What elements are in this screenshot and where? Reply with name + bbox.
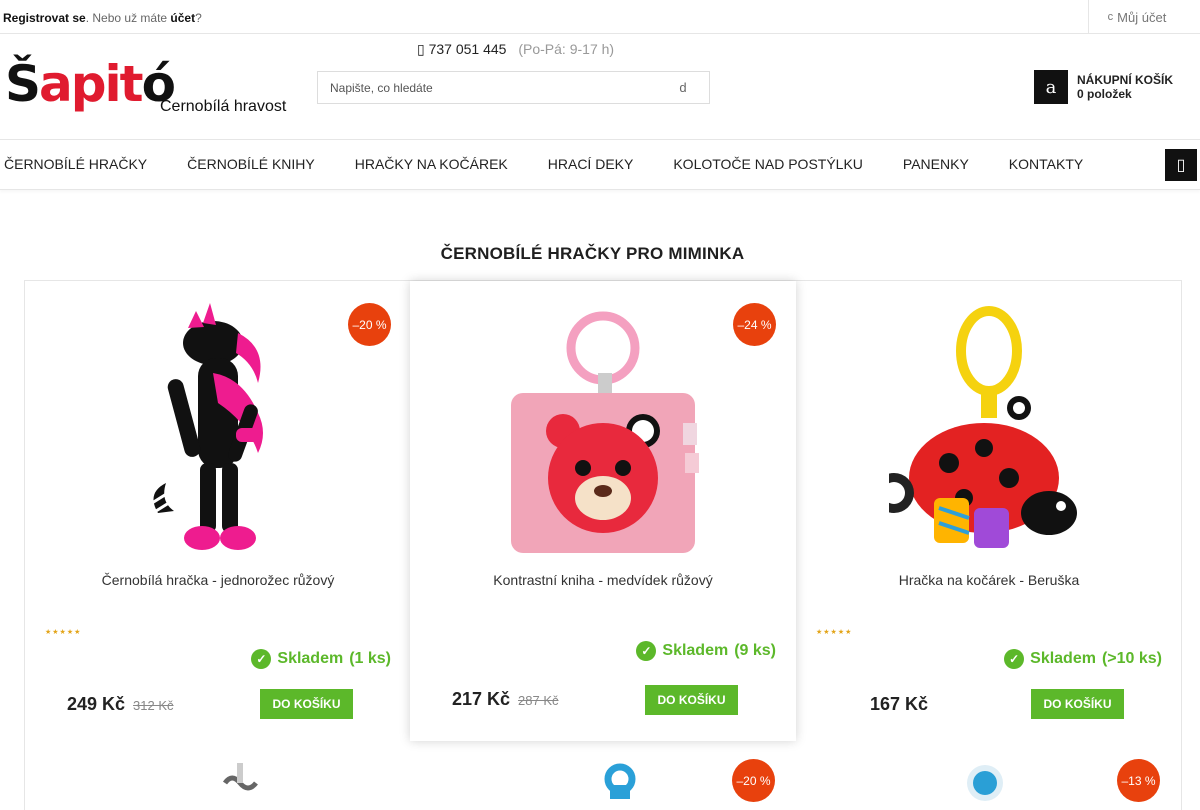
nav-item-hracky-na-kocarek[interactable]: HRAČKY NA KOČÁREK	[355, 156, 508, 172]
menu-icon: ▯	[1176, 157, 1186, 174]
discount-badge: –20 %	[732, 759, 775, 802]
question-mark: ?	[195, 11, 202, 25]
current-price: 249 Kč	[67, 694, 126, 714]
price: 249 Kč 312 Kč	[67, 694, 174, 715]
discount-badge: –13 %	[1117, 759, 1160, 802]
logo-wordmark: Šapitó	[5, 55, 176, 113]
search-button[interactable]: d	[657, 72, 709, 103]
stock-status: ✓ Skladem (>10 ks)	[1004, 649, 1162, 669]
star-rating: ★★★★★	[816, 629, 853, 636]
current-price: 217 Kč	[452, 689, 511, 709]
product-card[interactable]: –24 % Kontrastní kniha - medvídek růžový	[410, 281, 796, 741]
search-input[interactable]	[318, 72, 657, 103]
nav-item-kolotoce[interactable]: KOLOTOČE NAD POSTÝLKU	[673, 156, 863, 172]
section-title: ČERNOBÍLÉ HRAČKY PRO MIMINKA	[440, 244, 745, 263]
add-to-cart-button[interactable]: DO KOŠÍKU	[645, 685, 738, 715]
nav-item-kontakty[interactable]: KONTAKTY	[1009, 156, 1083, 172]
product-card[interactable]: Hračka na kočárek - Beruška ★★★★★ ✓ Skla…	[796, 281, 1182, 741]
price: 167 Kč	[870, 694, 928, 715]
cart-count: 0 položek	[1077, 87, 1132, 101]
stock-qty: (1 ks)	[349, 650, 391, 667]
star-rating: ★★★★★	[45, 629, 82, 636]
check-icon: ✓	[251, 649, 272, 669]
stock-label: Skladem	[277, 650, 344, 667]
search-icon: d	[679, 80, 687, 95]
check-icon: ✓	[1004, 649, 1025, 669]
my-account-button[interactable]: c Můj účet	[1088, 0, 1185, 34]
product-card[interactable]: –20 % Černobílá hračka - jednorožec růžo…	[25, 281, 411, 741]
site-header: ▯ 737 051 445 (Po-Pá: 9-17 h) Šapitó Čer…	[0, 34, 1200, 140]
product-image-unicorn[interactable]	[118, 303, 318, 555]
product-image-blue-clip[interactable]	[600, 761, 640, 801]
nav-item-cernobile-hracky[interactable]: ČERNOBÍLÉ HRAČKY	[4, 156, 147, 172]
stock-qty: (>10 ks)	[1101, 650, 1162, 667]
nav-item-cernobile-knihy[interactable]: ČERNOBÍLÉ KNIHY	[187, 156, 315, 172]
phone-icon: ▯	[417, 41, 425, 57]
login-link[interactable]: účet	[170, 11, 195, 25]
nav-item-panenky[interactable]: PANENKY	[903, 156, 969, 172]
price: 217 Kč 287 Kč	[452, 689, 559, 710]
product-image-baby-mix[interactable]	[965, 763, 1005, 803]
phone-contact: ▯ 737 051 445 (Po-Pá: 9-17 h)	[417, 41, 614, 58]
product-grid: –20 % Černobílá hračka - jednorožec růžo…	[24, 280, 1182, 810]
add-to-cart-button[interactable]: DO KOŠÍKU	[1031, 689, 1124, 719]
phone-number[interactable]: 737 051 445	[429, 41, 507, 57]
user-icon: c	[1107, 11, 1114, 23]
main-nav: ČERNOBÍLÉ HRAČKY ČERNOBÍLÉ KNIHY HRAČKY …	[0, 140, 1200, 190]
check-icon: ✓	[636, 641, 657, 661]
stock-label: Skladem	[1030, 650, 1096, 667]
menu-button[interactable]: ▯	[1165, 149, 1197, 181]
stock-qty: (9 ks)	[734, 642, 776, 659]
product-image-ladybug[interactable]	[889, 303, 1089, 555]
my-account-label: Můj účet	[1117, 9, 1167, 25]
cart-text: NÁKUPNÍ KOŠÍK 0 položek	[1077, 73, 1173, 101]
cart-widget[interactable]: a NÁKUPNÍ KOŠÍK 0 položek	[1034, 70, 1173, 104]
discount-badge: –20 %	[348, 303, 391, 346]
product-image-bear-book[interactable]	[503, 303, 703, 555]
stock-status: ✓ Skladem (1 ks)	[251, 649, 391, 669]
login-prompt: Registrovat se. Nebo už máte účet?	[3, 11, 202, 25]
old-price: 287 Kč	[518, 693, 559, 708]
product-image-scissors[interactable]	[220, 763, 260, 803]
nav-item-hraci-deky[interactable]: HRACÍ DEKY	[548, 156, 634, 172]
cart-icon: a	[1034, 70, 1068, 104]
register-link[interactable]: Registrovat se	[3, 11, 86, 25]
top-bar: Registrovat se. Nebo už máte účet? c Můj…	[0, 0, 1200, 34]
current-price: 167 Kč	[870, 694, 929, 714]
login-prompt-text: . Nebo už máte	[85, 11, 171, 25]
stock-label: Skladem	[662, 642, 729, 659]
opening-hours: (Po-Pá: 9-17 h)	[518, 41, 615, 57]
stock-status: ✓ Skladem (9 ks)	[636, 641, 776, 661]
product-name[interactable]: Kontrastní kniha - medvídek růžový	[420, 572, 786, 588]
old-price: 312 Kč	[133, 698, 174, 713]
cart-title: NÁKUPNÍ KOŠÍK	[1077, 73, 1174, 87]
product-name[interactable]: Hračka na kočárek - Beruška	[806, 572, 1172, 588]
logo-tagline: Černobílá hravost	[160, 98, 287, 115]
add-to-cart-button[interactable]: DO KOŠÍKU	[260, 689, 353, 719]
product-name[interactable]: Černobílá hračka - jednorožec růžový	[35, 572, 401, 588]
site-logo[interactable]: Šapitó Černobílá hravost	[5, 54, 290, 124]
search-bar: d	[317, 71, 710, 104]
discount-badge: –24 %	[733, 303, 776, 346]
